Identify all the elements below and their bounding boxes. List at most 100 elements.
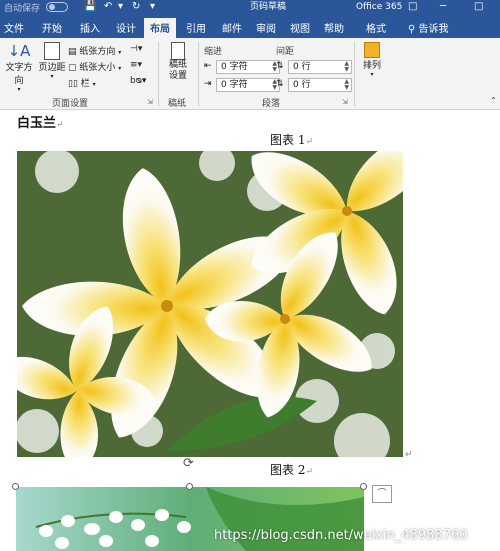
indent-left-field[interactable]: 0 字符 ▲ ▼: [216, 60, 280, 74]
customize-toolbar-icon[interactable]: ▾: [150, 0, 155, 14]
chevron-down-icon: ▾: [92, 81, 96, 88]
tab-insert[interactable]: 插入: [80, 20, 100, 35]
tab-design[interactable]: 设计: [116, 20, 136, 35]
group-divider: [198, 42, 199, 106]
indent-right-icon: ⇥: [204, 79, 212, 89]
tab-layout[interactable]: 布局: [144, 18, 176, 38]
spin-arrows-icon[interactable]: ▲ ▼: [344, 61, 349, 73]
tab-format[interactable]: 格式: [366, 20, 386, 35]
space-before-field[interactable]: 0 行 ▲ ▼: [288, 60, 352, 74]
hyphenation-icon: bᴓ▾: [130, 76, 147, 86]
arrange-button[interactable]: 排列 ▾: [358, 42, 386, 78]
ribbon-layout: ↓A 文字方向 ▾ 页边距 ▾ ▤ 纸张方向 ▾ ▢ 纸张大小 ▾ ▯▯ 栏 ▾…: [0, 38, 500, 110]
tab-help[interactable]: 帮助: [324, 20, 344, 35]
text-direction-label: 文字方向: [5, 63, 33, 86]
spacing-label: 间距: [276, 47, 295, 57]
layout-options-icon: ⌒: [377, 489, 387, 499]
flower-image-1[interactable]: [17, 151, 403, 457]
rotate-handle-icon[interactable]: ⟳: [183, 456, 194, 471]
indent-left-value: 0 字符: [221, 62, 248, 72]
save-icon[interactable]: 💾: [84, 0, 96, 14]
indent-left-icon: ⇤: [204, 61, 212, 71]
breaks-icon: ⊣▾: [130, 44, 143, 54]
line-numbers-icon: ≡▾: [130, 60, 143, 70]
text-direction-icon: ↓A: [7, 42, 31, 60]
frangipani-photo: [17, 151, 403, 457]
page-size-icon: ▢: [68, 63, 77, 73]
document-heading[interactable]: 白玉兰↵: [17, 112, 64, 131]
size-label: 纸张大小: [79, 63, 116, 73]
layout-options-button[interactable]: ⌒: [372, 485, 392, 503]
draft-group-label: 稿纸: [168, 99, 187, 109]
draft-paper-icon: [171, 42, 185, 60]
orientation-label: 纸张方向: [79, 47, 116, 57]
paragraph-launcher-icon[interactable]: ⇲: [342, 98, 348, 106]
tab-mailings[interactable]: 邮件: [222, 20, 242, 35]
margins-button[interactable]: 页边距 ▾: [38, 42, 66, 80]
resize-handle-top-left[interactable]: [12, 483, 19, 490]
space-after-field[interactable]: 0 行 ▲ ▼: [288, 78, 352, 92]
space-after-value: 0 行: [293, 80, 311, 90]
tab-home[interactable]: 开始: [42, 20, 62, 35]
spin-arrows-icon[interactable]: ▲ ▼: [344, 79, 349, 91]
tab-references[interactable]: 引用: [186, 20, 206, 35]
columns-button[interactable]: ▯▯ 栏 ▾: [68, 76, 96, 89]
arrange-icon: [364, 42, 380, 58]
columns-icon: ▯▯: [68, 79, 78, 89]
size-button[interactable]: ▢ 纸张大小 ▾: [68, 60, 121, 73]
undo-icon[interactable]: ↶: [104, 0, 112, 14]
caption-1-label: 图表: [270, 133, 295, 147]
document-title: 页码草稿: [250, 2, 287, 12]
indent-right-value: 0 字符: [221, 80, 248, 90]
paragraph-mark-icon: ↵: [405, 450, 413, 460]
hyphenation-button[interactable]: bᴓ▾: [130, 76, 146, 86]
paragraph-mark-icon: ↵: [56, 120, 64, 130]
resize-handle-top-right[interactable]: [360, 483, 367, 490]
space-before-value: 0 行: [293, 62, 311, 72]
text-direction-button[interactable]: ↓A 文字方向 ▾: [2, 42, 36, 93]
margins-icon: [44, 42, 60, 60]
page-setup-launcher-icon[interactable]: ⇲: [147, 98, 153, 106]
autosave-toggle[interactable]: [46, 2, 68, 12]
autosave-label: 自动保存: [4, 4, 41, 14]
tell-me-search[interactable]: ⚲ 告诉我: [408, 20, 449, 35]
caption-1[interactable]: 图表 1↵: [270, 131, 313, 148]
orientation-button[interactable]: ▤ 纸张方向 ▾: [68, 44, 121, 57]
columns-label: 栏: [80, 79, 90, 89]
indent-right-field[interactable]: 0 字符 ▲ ▼: [216, 78, 280, 92]
caption-2[interactable]: 图表 2↵: [270, 461, 313, 478]
document-canvas[interactable]: 白玉兰↵ 图表 1↵ ↵ 图表 2↵ ⟳ ⌒ https://blog.csdn…: [0, 110, 500, 551]
margins-label: 页边距: [38, 63, 66, 73]
space-after-icon: ⇅: [276, 79, 284, 89]
undo-dropdown-icon[interactable]: ▾: [118, 0, 123, 14]
line-numbers-button[interactable]: ≡▾: [130, 60, 142, 70]
office-account-label[interactable]: Office 365: [356, 0, 402, 14]
paragraph-mark-icon: ↵: [305, 467, 314, 477]
watermark-text: https://blog.csdn.net/weixin_48988760: [214, 528, 468, 543]
indent-label: 缩进: [204, 47, 223, 57]
chevron-down-icon: ▾: [118, 49, 122, 56]
draft-settings-button[interactable]: 稿纸设置: [162, 42, 194, 82]
paragraph-group-label: 段落: [262, 99, 281, 109]
resize-handle-top[interactable]: [186, 483, 193, 490]
breaks-button[interactable]: ⊣▾: [130, 44, 142, 54]
redo-icon[interactable]: ↻: [132, 0, 140, 14]
draft-settings-label: 稿纸设置: [168, 60, 187, 81]
tell-me-label: 告诉我: [418, 24, 449, 35]
paragraph-mark-icon: ↵: [305, 137, 314, 147]
chevron-down-icon: ▾: [17, 86, 21, 93]
restore-button[interactable]: □: [474, 0, 483, 14]
chevron-down-icon: ▾: [118, 65, 122, 72]
tab-review[interactable]: 审阅: [256, 20, 276, 35]
minimize-button[interactable]: ─: [440, 0, 446, 14]
orientation-icon: ▤: [68, 47, 77, 57]
ribbon-display-icon[interactable]: □: [408, 0, 417, 14]
group-divider: [158, 42, 159, 106]
page-setup-group-label: 页面设置: [52, 99, 89, 109]
chevron-down-icon: ▾: [370, 71, 374, 78]
collapse-ribbon-icon[interactable]: ⌃: [490, 96, 497, 105]
tab-view[interactable]: 视图: [290, 20, 310, 35]
ribbon-tab-bar: 文件 开始 插入 设计 布局 引用 邮件 审阅 视图 帮助 格式 ⚲ 告诉我: [0, 14, 500, 38]
tab-file[interactable]: 文件: [4, 20, 24, 35]
chevron-down-icon: ▾: [50, 73, 54, 80]
